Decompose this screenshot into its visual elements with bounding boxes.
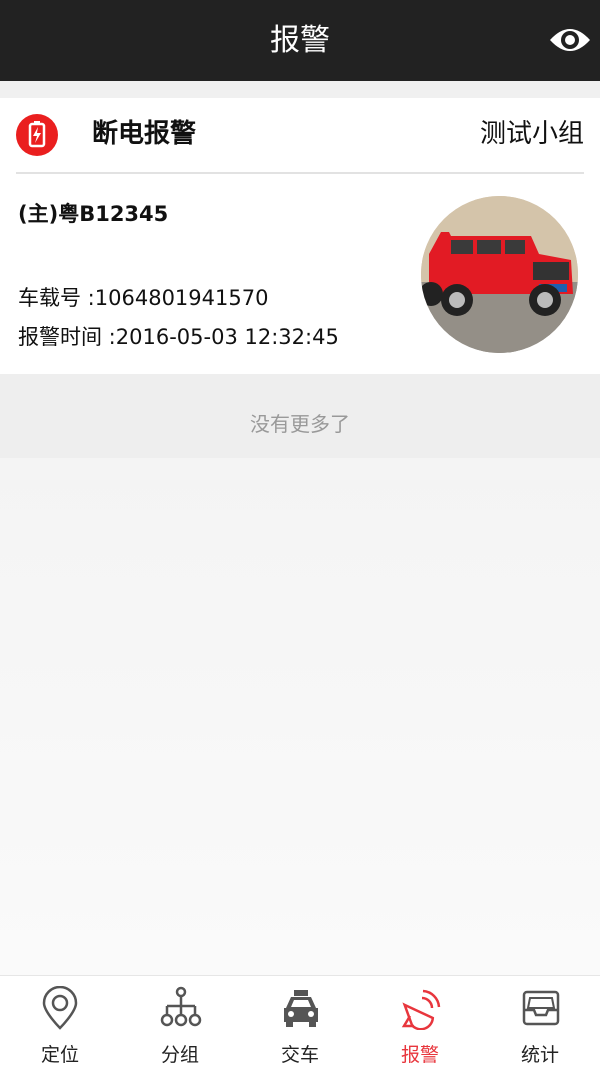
tab-label: 报警 [400,1044,439,1066]
tab-statistics[interactable]: 统计 [480,976,600,1067]
vehicle-avatar[interactable] [421,196,578,353]
car-number-value: 1064801941570 [94,286,269,310]
tab-alarm[interactable]: 报警 [360,976,480,1067]
tab-locate[interactable]: 定位 [0,976,120,1067]
alarm-time-value: 2016-05-03 12:32:45 [115,325,339,349]
bottom-tabbar: 定位 分组 交车 报警 统计 [0,975,600,1067]
hierarchy-icon [160,986,202,1027]
app-bar: 报警 [0,0,600,81]
license-plate: (主)粤B12345 [18,202,169,226]
tray-icon [522,990,560,1026]
tab-group[interactable]: 分组 [120,976,240,1067]
car-number-label: 车载号 : [18,286,95,310]
tab-label: 分组 [160,1044,199,1066]
siren-icon [401,989,441,1030]
alarm-time-label: 报警时间 : [18,325,116,349]
alarm-card[interactable]: 断电报警 测试小组 (主)粤B12345 车载号 :1064801941570 … [0,98,600,374]
tab-handover[interactable]: 交车 [240,976,360,1067]
car-number: 车载号 :1064801941570 [18,282,268,312]
tab-label: 定位 [40,1044,79,1066]
red-jeep-photo [421,196,578,353]
tab-label: 交车 [280,1044,319,1066]
alarm-time: 报警时间 :2016-05-03 12:32:45 [18,321,339,351]
alarm-type: 断电报警 [92,119,197,149]
tab-label: 统计 [520,1044,559,1066]
taxi-icon [284,990,318,1027]
page-title: 报警 [270,23,330,58]
group-name: 测试小组 [479,119,584,149]
alarm-card-header: 断电报警 测试小组 [16,98,584,174]
battery-alarm-icon [16,114,58,156]
eye-icon[interactable] [548,20,592,60]
location-pin-icon [42,986,78,1030]
list-end-text: 没有更多了 [0,374,600,458]
